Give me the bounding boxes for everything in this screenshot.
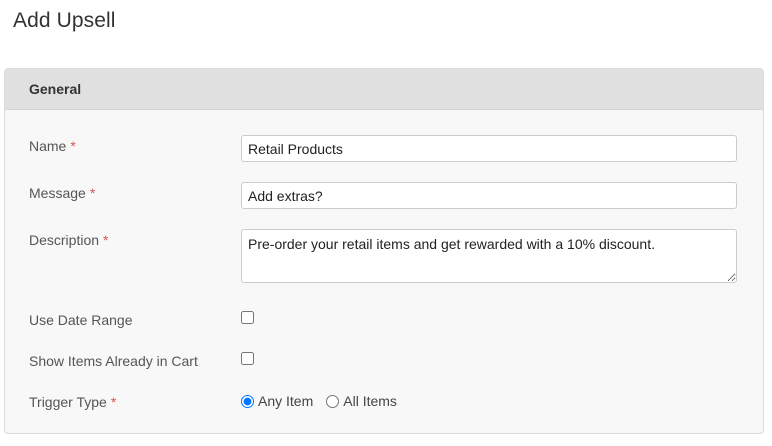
description-textarea[interactable]: Pre-order your retail items and get rewa… <box>241 229 737 283</box>
description-label: Description * <box>29 231 108 249</box>
required-marker: * <box>70 138 76 154</box>
use-date-range-label: Use Date Range <box>29 312 133 328</box>
page-title: Add Upsell <box>13 9 116 32</box>
general-panel: General Name* Message* Description* Pre-… <box>4 68 764 434</box>
required-marker: * <box>103 232 109 248</box>
message-label-text: Message <box>29 185 86 201</box>
name-label-text: Name <box>29 138 67 154</box>
any-item-radio[interactable] <box>241 394 254 408</box>
trigger-type-any-item-option[interactable]: Any Item <box>241 393 313 409</box>
trigger-type-radio-group: Any Item All Items <box>241 393 410 409</box>
all-items-radio[interactable] <box>326 394 340 408</box>
trigger-type-label: Trigger Type * <box>29 393 116 411</box>
use-date-range-checkbox[interactable] <box>241 311 254 324</box>
any-item-label: Any Item <box>258 393 314 409</box>
panel-header: General <box>5 69 763 110</box>
message-input[interactable] <box>241 182 737 209</box>
show-items-in-cart-label: Show Items Already in Cart <box>29 353 198 369</box>
required-marker: * <box>89 185 96 201</box>
description-label-text: Description <box>29 232 100 248</box>
all-items-label: All Items <box>343 393 397 409</box>
name-input[interactable] <box>241 135 737 162</box>
name-label: Name * <box>29 137 76 155</box>
trigger-type-all-items-option[interactable]: All Items <box>326 393 397 409</box>
show-items-in-cart-checkbox[interactable] <box>241 352 254 365</box>
required-marker: * <box>110 394 117 410</box>
panel-title: General <box>29 81 82 97</box>
trigger-type-label-text: Trigger Type <box>29 394 107 410</box>
message-label: Message * <box>29 184 95 202</box>
